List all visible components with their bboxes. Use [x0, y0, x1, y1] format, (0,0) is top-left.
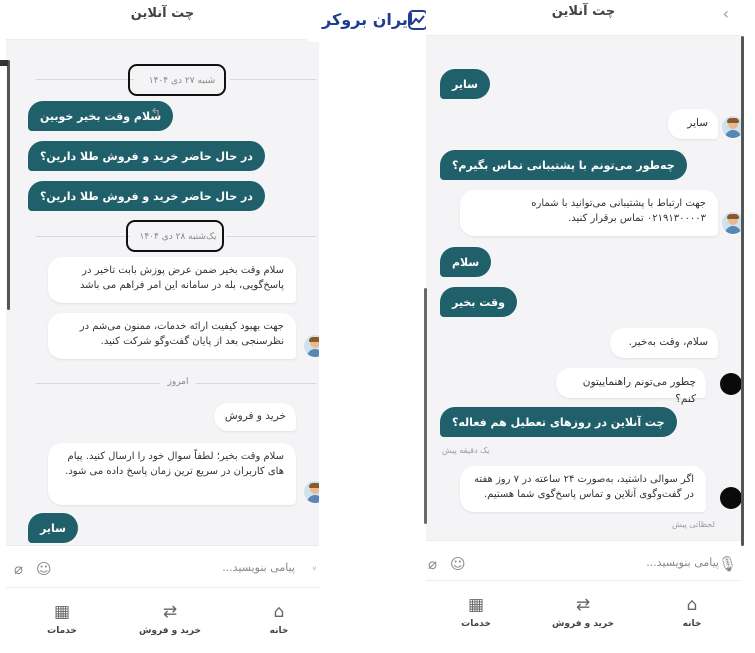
- incoming-message[interactable]: سلام، وقت به‌خیر.: [610, 328, 718, 358]
- nav-item-trade[interactable]: ⇄ خرید و فروش: [543, 595, 623, 629]
- emoji-icon[interactable]: ☺: [36, 560, 52, 578]
- left-chat-header: چت آنلاین: [6, 0, 319, 40]
- outgoing-message[interactable]: سایر: [440, 69, 490, 99]
- outgoing-message[interactable]: چت آنلاین در روزهای تعطیل هم فعاله؟: [440, 407, 677, 437]
- support-avatar: [304, 335, 319, 357]
- highlight-oval: [126, 220, 224, 252]
- nav-item-services[interactable]: ▦ خدمات: [436, 595, 516, 629]
- incoming-message[interactable]: اگر سوالی داشتید، به‌صورت ۲۴ ساعته در ۷ …: [460, 466, 706, 512]
- outgoing-message[interactable]: سلام: [440, 247, 492, 277]
- mic-icon[interactable]: 🎙: [718, 555, 737, 573]
- scrollbar[interactable]: [7, 60, 10, 310]
- bottom-navigation: ⌂ خانه ⇄ خرید و فروش ▦ خدمات: [426, 580, 741, 646]
- grid-icon: ▦: [467, 595, 485, 615]
- nav-item-home[interactable]: ⌂ خانه: [652, 595, 732, 629]
- right-chat-header: چت آنلاین ‹: [426, 0, 741, 36]
- nav-label: خدمات: [47, 626, 77, 636]
- left-chat-screen: چت آنلاین شنبه ۲۷ دی ۱۴۰۴ سلام وقت بخیر …: [6, 0, 319, 653]
- nav-item-trade[interactable]: ⇄ خرید و فروش: [130, 602, 210, 636]
- screenshot-stage: چت آنلاین شنبه ۲۷ دی ۱۴۰۴ سلام وقت بخیر …: [0, 0, 755, 653]
- support-avatar: [720, 373, 741, 395]
- logo-icon: [408, 10, 428, 30]
- grid-icon: ▦: [53, 602, 71, 622]
- incoming-message[interactable]: چطور می‌تونم راهنماییتون کنم؟: [556, 368, 706, 405]
- home-icon: ⌂: [273, 602, 285, 622]
- left-chat-title: چت آنلاین: [130, 6, 195, 21]
- message-input[interactable]: پیامی بنویسید...: [646, 556, 719, 569]
- attach-icon[interactable]: ⌀: [428, 555, 437, 573]
- nav-label: خرید و فروش: [551, 619, 615, 629]
- nav-item-services[interactable]: ▦ خدمات: [22, 602, 102, 636]
- nav-label: خانه: [269, 626, 289, 636]
- incoming-message[interactable]: جهت بهبود کیفیت ارائه خدمات، ممنون می‌شم…: [48, 313, 296, 359]
- back-arrow-icon[interactable]: ‹: [723, 4, 729, 23]
- support-avatar: [722, 212, 741, 234]
- reply-icon[interactable]: ↰: [150, 106, 162, 122]
- today-label: امروز: [167, 377, 189, 387]
- swap-icon: ⇄: [575, 595, 591, 615]
- message-input[interactable]: پیامی بنویسید...: [222, 561, 295, 574]
- incoming-message[interactable]: سایر: [668, 109, 718, 139]
- incoming-message[interactable]: سلام وقت بخیر ضمن عرض پوزش بابت تاخیر در…: [48, 257, 296, 303]
- right-chat-screen: چت آنلاین ‹ سایر سایر چه‌طور می‌تونم با …: [426, 0, 741, 646]
- bottom-navigation: ⌂ خانه ⇄ خرید و فروش ▦ خدمات: [6, 587, 319, 653]
- outgoing-message[interactable]: در حال حاضر خرید و فروش طلا دارین؟: [28, 141, 265, 171]
- outgoing-message[interactable]: سایر: [28, 513, 78, 543]
- today-separator-line: [196, 383, 316, 384]
- scroll-arrow-icon[interactable]: [0, 60, 8, 66]
- emoji-icon[interactable]: ☺: [450, 555, 466, 573]
- incoming-message[interactable]: جهت ارتباط با پشتیبانی می‌توانید با شمار…: [460, 190, 718, 236]
- nav-item-home[interactable]: ⌂ خانه: [239, 602, 319, 636]
- right-chat-title: چت آنلاین: [551, 4, 616, 19]
- nav-label: خدمات: [461, 619, 491, 629]
- message-timestamp: لحظاتی پیش: [672, 520, 715, 529]
- incoming-message[interactable]: سلام وقت بخیر؛ لطفاً سوال خود را ارسال ک…: [48, 443, 296, 505]
- scrollbar[interactable]: [741, 36, 744, 546]
- scrollbar[interactable]: [424, 288, 427, 524]
- outgoing-message[interactable]: چه‌طور می‌تونم با پشتیبانی تماس بگیرم؟: [440, 150, 687, 180]
- home-icon: ⌂: [686, 595, 698, 615]
- swap-icon: ⇄: [162, 602, 178, 622]
- nav-label: خرید و فروش: [138, 626, 202, 636]
- message-timestamp: یک دقیقه پیش: [442, 446, 490, 455]
- nav-label: خانه: [682, 619, 702, 629]
- attach-icon[interactable]: ⌀: [14, 560, 23, 578]
- mic-icon[interactable]: ᵥ: [312, 560, 317, 573]
- support-avatar: [722, 116, 741, 138]
- support-avatar: [304, 481, 319, 503]
- outgoing-message[interactable]: در حال حاضر خرید و فروش طلا دارین؟: [28, 181, 265, 211]
- highlight-oval: [128, 64, 226, 96]
- message-composer[interactable]: پیامی بنویسید... ᵥ ☺ ⌀: [6, 545, 319, 591]
- support-avatar: [720, 487, 741, 509]
- incoming-message[interactable]: خرید و فروش: [214, 403, 296, 431]
- today-separator-line: [36, 383, 160, 384]
- outgoing-message[interactable]: وقت بخیر: [440, 287, 517, 317]
- logo-text: ایران بروکر: [322, 10, 414, 29]
